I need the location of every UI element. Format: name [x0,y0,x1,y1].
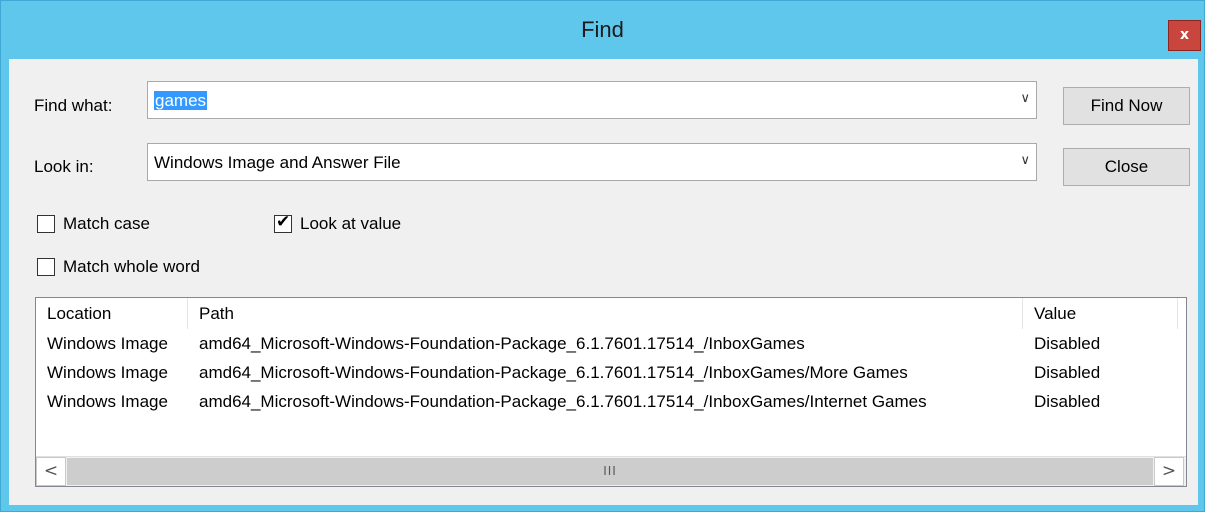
column-header-location[interactable]: Location [36,298,188,329]
find-dialog: Find x Find what: games ∨ Find Now Look … [0,0,1205,512]
checkbox-box[interactable] [37,215,55,233]
dialog-body: Find what: games ∨ Find Now Look in: Win… [9,59,1198,505]
look-in-value: Windows Image and Answer File [154,153,401,172]
match-whole-word-label: Match whole word [63,257,201,276]
checkbox-box[interactable] [37,258,55,276]
cell-value: Disabled [1034,392,1101,411]
column-header-path[interactable]: Path [188,298,1023,329]
match-whole-word-checkbox[interactable]: Match whole word [37,257,200,277]
check-icon: ✔ [276,212,291,232]
look-at-value-label: Look at value [300,214,402,233]
scroll-right-button[interactable]: > [1154,457,1184,486]
look-in-label: Look in: [34,157,94,176]
checkbox-box[interactable]: ✔ [274,212,292,233]
find-now-button[interactable]: Find Now [1063,87,1190,125]
find-what-value-wrapper: games [154,91,208,111]
cell-path: amd64_Microsoft-Windows-Foundation-Packa… [199,363,908,382]
cell-value: Disabled [1034,334,1101,353]
cell-location: Windows Image [47,392,168,411]
scroll-thumb[interactable]: III [67,458,1153,485]
window-title: Find [581,17,624,42]
title-bar[interactable]: Find x [1,1,1204,59]
scroll-left-button[interactable]: < [36,457,66,486]
cell-path: amd64_Microsoft-Windows-Foundation-Packa… [199,392,927,411]
cell-location: Windows Image [47,334,168,353]
match-case-checkbox[interactable]: Match case [37,214,150,234]
cell-path: amd64_Microsoft-Windows-Foundation-Packa… [199,334,805,353]
look-at-value-checkbox[interactable]: ✔ Look at value [274,212,402,234]
find-what-combobox[interactable]: games ∨ [147,81,1037,119]
look-in-combobox[interactable]: Windows Image and Answer File ∨ [147,143,1037,181]
chevron-down-icon[interactable]: ∨ [1020,91,1030,106]
match-case-label: Match case [63,214,150,233]
find-what-value: games [154,91,208,110]
chevron-down-icon[interactable]: ∨ [1020,153,1030,168]
cell-location: Windows Image [47,363,168,382]
horizontal-scrollbar[interactable]: < III > [36,456,1186,486]
find-what-label: Find what: [34,96,113,115]
cell-value: Disabled [1034,363,1101,382]
results-list[interactable]: Location Path Value Windows Image amd64_… [35,297,1187,487]
window-close-button[interactable]: x [1168,20,1201,51]
results-header: Location Path Value [36,298,1186,329]
column-header-value[interactable]: Value [1023,298,1178,329]
close-button[interactable]: Close [1063,148,1190,186]
